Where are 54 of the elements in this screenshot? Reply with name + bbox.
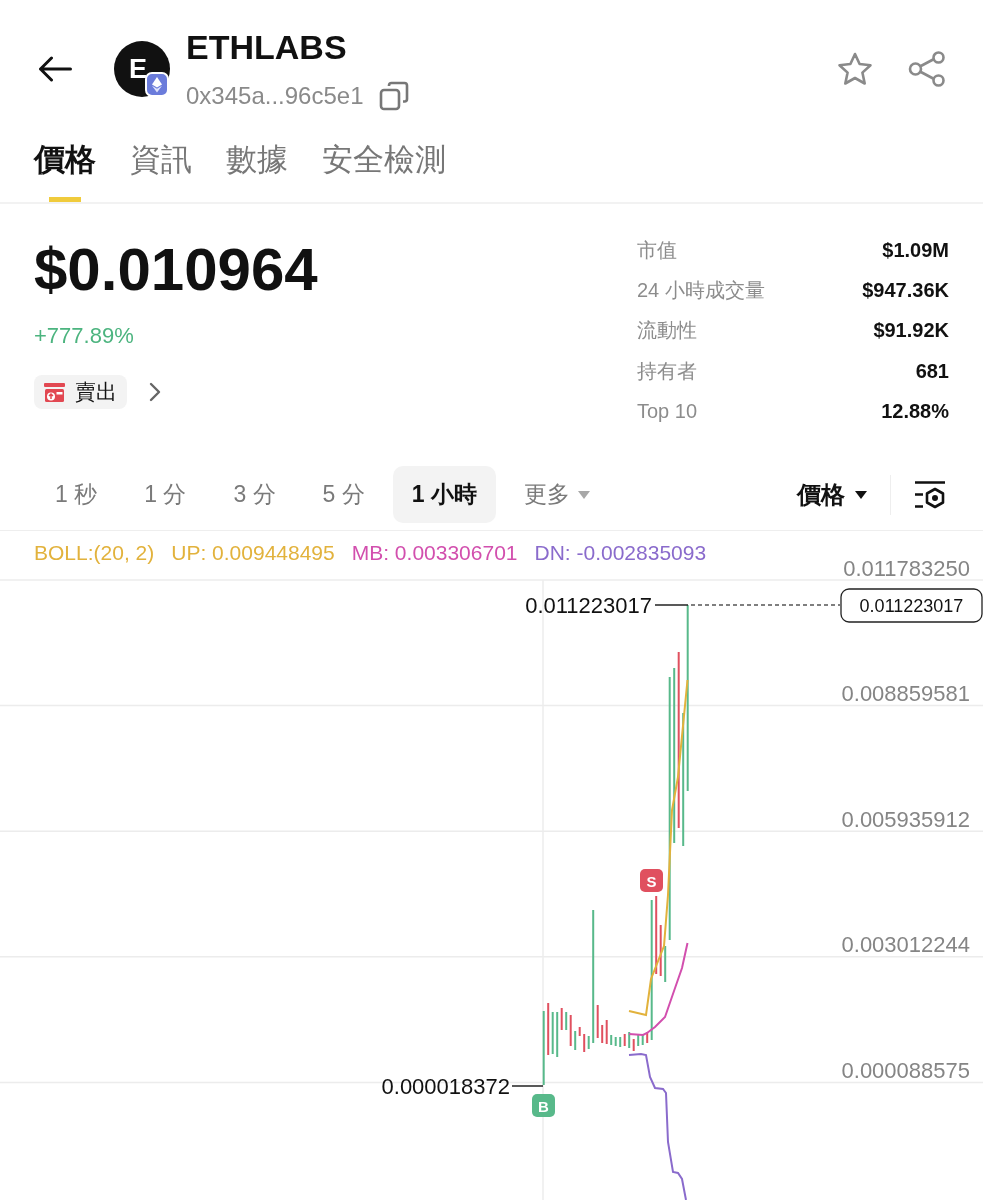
high-price-leader (654, 604, 689, 607)
buy-marker: B (532, 1094, 555, 1118)
settings-icon[interactable] (914, 479, 946, 511)
caret-icon (577, 491, 590, 499)
contract-address: 0x345a...96c5e1 (186, 81, 364, 111)
logo-letter: E (129, 54, 147, 84)
y-axis-label: 0.011783250 (843, 556, 970, 581)
y-axis-label: 0.008859581 (841, 681, 970, 707)
timeframe-tab[interactable]: 3 分 (214, 466, 295, 524)
chart-type-dropdown[interactable]: 價格 (797, 479, 867, 511)
tab[interactable]: 價格 (34, 140, 96, 202)
stat-value: $91.92K (873, 319, 949, 343)
tab[interactable]: 數據 (226, 140, 288, 202)
sell-button[interactable]: 賣出 (34, 375, 127, 409)
stat-value: $1.09M (882, 238, 949, 262)
sell-marker: S (640, 869, 663, 893)
timeframe-tab[interactable]: 1 分 (125, 466, 206, 524)
token-title: ETHLABS (186, 27, 348, 67)
stat-value: 681 (915, 359, 949, 383)
y-axis-label: 0.005935912 (841, 807, 970, 833)
copy-icon[interactable] (379, 81, 410, 111)
stat-value: $947.36K (862, 278, 949, 302)
low-price-leader (511, 1085, 544, 1088)
timeframe-tab[interactable]: 1 小時 (392, 466, 496, 524)
candle (664, 946, 667, 983)
high-price-label: 0.011223017 (525, 593, 652, 618)
indicator-legend-item: BOLL:(20, 2) (34, 541, 155, 566)
indicator-legend-item: UP: 0.009448495 (171, 541, 335, 566)
indicator-legend-item: DN: -0.002835093 (534, 541, 707, 566)
stat-label: 市值 (637, 237, 677, 263)
stat-label: 24 小時成交量 (637, 277, 765, 303)
star-icon[interactable] (837, 52, 873, 86)
chevron-right-icon[interactable] (149, 382, 161, 402)
last-price-tag: 0.011223017 (840, 588, 983, 624)
tab[interactable]: 資訊 (130, 140, 192, 202)
timeframe-tab[interactable]: 1 秒 (36, 466, 117, 524)
stat-value: 12.88% (881, 399, 949, 423)
ethereum-badge-icon (145, 72, 169, 97)
token-price: $0.010964 (34, 235, 318, 305)
low-price-label: 0.000018372 (381, 1074, 510, 1099)
share-icon[interactable] (908, 51, 946, 87)
back-arrow-icon[interactable] (38, 56, 72, 82)
timeframe-tab[interactable]: 5 分 (303, 466, 384, 524)
y-axis-label: 0.003012244 (841, 932, 970, 958)
y-axis-label: 0.000088575 (841, 1058, 970, 1084)
more-dropdown[interactable]: 更多 (504, 466, 609, 524)
stat-label: Top 10 (637, 399, 698, 423)
tab[interactable]: 安全檢測 (322, 140, 446, 202)
stat-label: 持有者 (637, 358, 697, 384)
price-change: +777.89% (34, 322, 134, 350)
stat-label: 流動性 (637, 318, 697, 344)
caret-icon (855, 491, 867, 499)
store-icon (44, 382, 65, 402)
indicator-legend-item: MB: 0.003306701 (351, 541, 518, 566)
